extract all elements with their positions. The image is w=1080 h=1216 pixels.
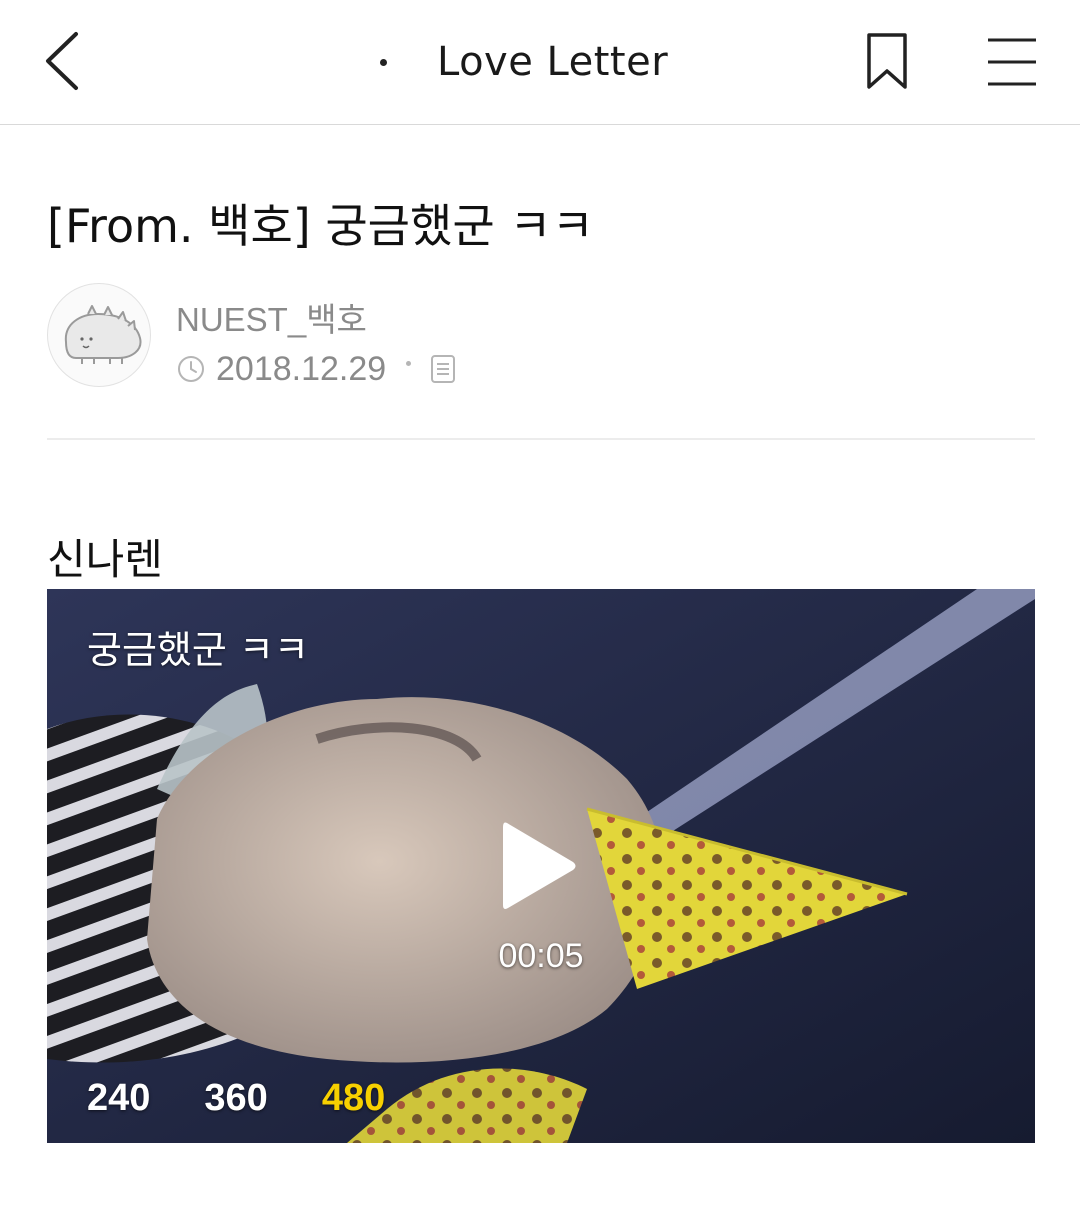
post-title: [From. 백호] 궁금했군 ㅋㅋ [47,199,594,253]
hamburger-menu-icon [988,38,1036,86]
post-date: 2018.12.29 [216,349,387,388]
chevron-left-icon [46,32,78,90]
creature-avatar-icon [64,305,142,364]
meta-separator [406,360,412,366]
document-icon[interactable] [429,353,457,385]
video-duration: 00:05 [498,937,584,975]
top-bar: Love Letter [0,0,1080,125]
header-title: Love Letter [380,30,668,94]
board-title: Love Letter [437,39,669,85]
bookmark-icon [867,33,907,89]
video-caption: 궁금했군 ㅋㅋ [87,628,309,672]
author-name[interactable]: NUEST_백호 [176,293,367,341]
title-dot [380,58,387,66]
menu-button[interactable] [984,36,1040,88]
post-body-text: 신나렌 [47,535,163,584]
quality-480-button[interactable]: 480 [322,1077,385,1120]
divider [47,438,1035,440]
bookmark-button[interactable] [862,30,912,94]
video-player[interactable]: 궁금했군 ㅋㅋ 00:05 240 360 480 [47,589,1035,1143]
quality-360-button[interactable]: 360 [204,1077,267,1120]
quality-selector: 240 360 480 [87,1077,439,1120]
back-button[interactable] [36,26,96,96]
clock-icon [178,356,204,382]
quality-240-button[interactable]: 240 [87,1077,150,1120]
avatar[interactable] [47,283,151,387]
post-meta: 2018.12.29 [176,348,457,390]
play-icon[interactable] [499,817,579,915]
